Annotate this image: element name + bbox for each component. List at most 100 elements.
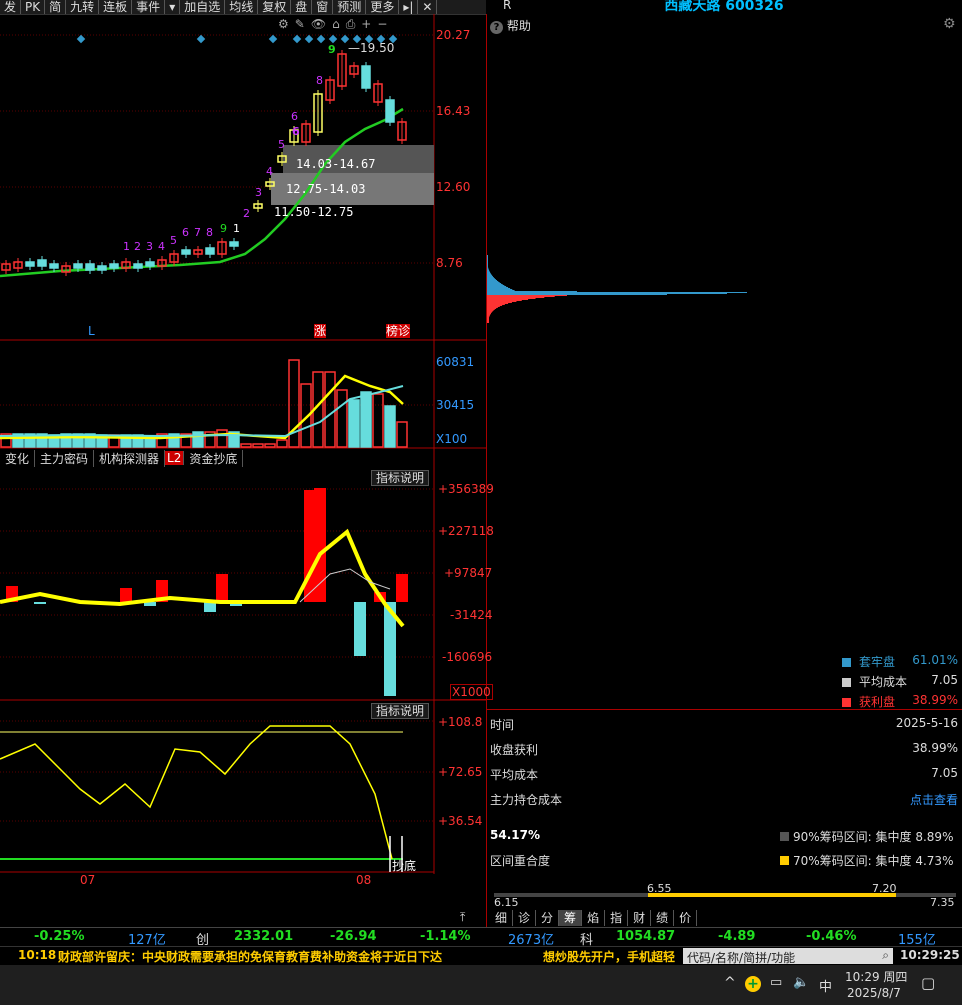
search-box[interactable]: 代码/名称/简拼/功能 ⌕ <box>683 948 893 966</box>
ind2-axis-label: +72.65 <box>438 765 483 779</box>
draw-icon[interactable]: ✎ <box>295 17 311 31</box>
gear-icon[interactable]: ⚙ <box>943 16 956 32</box>
sequence-number: 5 <box>278 138 285 151</box>
sequence-number: 6 <box>292 125 300 138</box>
volume-bar <box>252 443 264 448</box>
chip-bar <box>487 317 490 318</box>
volume-bar <box>264 443 276 448</box>
chart-tool-icons[interactable]: ⚙✎👁⌂⎙+− <box>278 17 393 32</box>
toolbar-button[interactable]: 更多 <box>366 0 400 14</box>
toolbar-button[interactable]: 九转 <box>66 0 100 14</box>
clock: 10:29:25 <box>900 948 960 962</box>
chip-bar <box>487 308 497 309</box>
right-tab[interactable]: 财 <box>628 910 652 926</box>
overlap-pct: 54.17% <box>490 828 540 842</box>
news-ticker[interactable]: 10:18 财政部许留庆：中央财政需要承担的免保育教育费补助资金将于近日下达 想… <box>0 946 962 966</box>
toolbar-button[interactable]: ▸| <box>399 0 419 14</box>
eye-icon[interactable]: 👁 <box>311 17 332 31</box>
toolbar-button[interactable]: 发 <box>0 0 22 14</box>
volume-icon[interactable]: 🔈 <box>793 975 809 990</box>
toolbar-button[interactable]: 复权 <box>258 0 292 14</box>
toolbar-button[interactable]: ▾ <box>165 0 181 14</box>
tab-inst-detector[interactable]: 机构探测器 <box>94 449 166 467</box>
toolbar-button[interactable]: 事件 <box>132 0 166 14</box>
chip-bar <box>487 304 505 305</box>
toolbar-button[interactable]: PK <box>21 0 46 14</box>
chip-bar <box>487 260 488 261</box>
indicator2-help-button[interactable]: 指标说明 <box>371 703 430 719</box>
view-main-cost-link[interactable]: 点击查看 <box>910 791 958 808</box>
help-link[interactable]: ? 帮助 <box>490 17 531 34</box>
info-value: 38.99% <box>912 741 958 755</box>
right-tab[interactable]: 诊 <box>513 910 537 926</box>
chip-bar <box>487 287 509 288</box>
zhang-marker[interactable]: 涨 <box>314 324 327 338</box>
right-tab[interactable]: 焰 <box>582 910 606 926</box>
toolbar-button[interactable]: 均线 <box>225 0 259 14</box>
bangzhen-marker[interactable]: 榜诊 <box>386 324 411 338</box>
chip-bar <box>487 280 498 281</box>
tab-change[interactable]: 变化 <box>0 449 36 467</box>
ad-text[interactable]: 想炒股先开户，手机超轻 <box>543 948 675 965</box>
zoom-in-icon[interactable]: + <box>361 17 377 31</box>
chip-bar <box>487 288 511 289</box>
toolbar-button[interactable]: 盘 <box>291 0 313 14</box>
candle-body <box>85 263 95 271</box>
volume-bar <box>192 431 204 448</box>
candle-body <box>133 263 143 269</box>
right-tab[interactable]: 绩 <box>651 910 675 926</box>
chip-bar <box>487 270 490 271</box>
notification-icon[interactable]: ▢ <box>921 974 935 992</box>
taskbar-time[interactable]: 10:29 周四 <box>845 968 907 985</box>
tab-fund-bottom[interactable]: 资金抄底 <box>184 449 244 467</box>
sequence-number: 8 <box>206 226 213 239</box>
right-tab[interactable]: 细 <box>490 910 514 926</box>
search-icon[interactable]: ⌕ <box>882 948 889 963</box>
settings-icon[interactable]: ⚙ <box>278 17 295 31</box>
chip-scale-fill <box>648 893 896 897</box>
chip-bar <box>487 277 494 278</box>
info-label: 平均成本 <box>490 768 539 782</box>
stock-title: 西藏天路 600326 <box>664 0 784 14</box>
legend-name: 套牢盘 <box>859 655 896 669</box>
chip-bar <box>487 282 500 283</box>
panel-divider <box>486 14 487 927</box>
right-tab[interactable]: 分 <box>536 910 560 926</box>
print-icon[interactable]: ⎙ <box>346 17 362 31</box>
app-tray-icon[interactable]: + <box>745 976 761 992</box>
volume-bar <box>360 391 372 448</box>
news-text[interactable]: 财政部许留庆：中央财政需要承担的免保育教育费补助资金将于近日下达 <box>58 948 442 965</box>
range70-label: 70%筹码区间: 集中度 4.73% <box>780 852 953 869</box>
right-tab[interactable]: 价 <box>674 910 698 926</box>
right-tab[interactable]: 指 <box>605 910 629 926</box>
volume-bar <box>372 393 384 448</box>
network-icon[interactable]: ▭ <box>770 975 782 990</box>
chip-distribution <box>487 255 747 323</box>
toolbar-button[interactable]: 窗 <box>312 0 334 14</box>
volume-bar <box>348 399 360 448</box>
tab-main-code[interactable]: 主力密码 <box>35 449 95 467</box>
indicator1-help-button[interactable]: 指标说明 <box>371 470 430 486</box>
l2-badge: L2 <box>165 451 185 465</box>
chip-bar <box>487 285 505 286</box>
info-label: 主力持仓成本 <box>490 793 563 807</box>
sequence-number: 2 <box>134 240 141 253</box>
scroll-top-icon[interactable]: ⤒ <box>460 910 465 925</box>
right-tab[interactable]: 筹 <box>559 910 583 926</box>
toolbar-button[interactable]: 简 <box>45 0 67 14</box>
chip-bar <box>487 266 488 267</box>
home-icon[interactable]: ⌂ <box>332 17 346 31</box>
toolbar-button[interactable]: 预测 <box>333 0 367 14</box>
chevron-up-icon[interactable]: ^ <box>724 975 736 991</box>
chip-bar <box>487 293 727 294</box>
search-input[interactable]: 代码/名称/简拼/功能 <box>687 949 795 966</box>
toolbar-button[interactable]: 加自选 <box>180 0 226 14</box>
zoom-out-icon[interactable]: − <box>377 17 393 31</box>
taskbar-date[interactable]: 2025/8/7 <box>847 986 901 1000</box>
chip-bar <box>487 259 488 260</box>
chip-legend-item: 平均成本 7.05 <box>842 673 960 690</box>
toolbar-button[interactable]: ✕ <box>418 0 438 14</box>
chip-bar <box>487 307 498 308</box>
toolbar-button[interactable]: 连板 <box>99 0 133 14</box>
ime-indicator[interactable]: 中 <box>819 976 832 995</box>
